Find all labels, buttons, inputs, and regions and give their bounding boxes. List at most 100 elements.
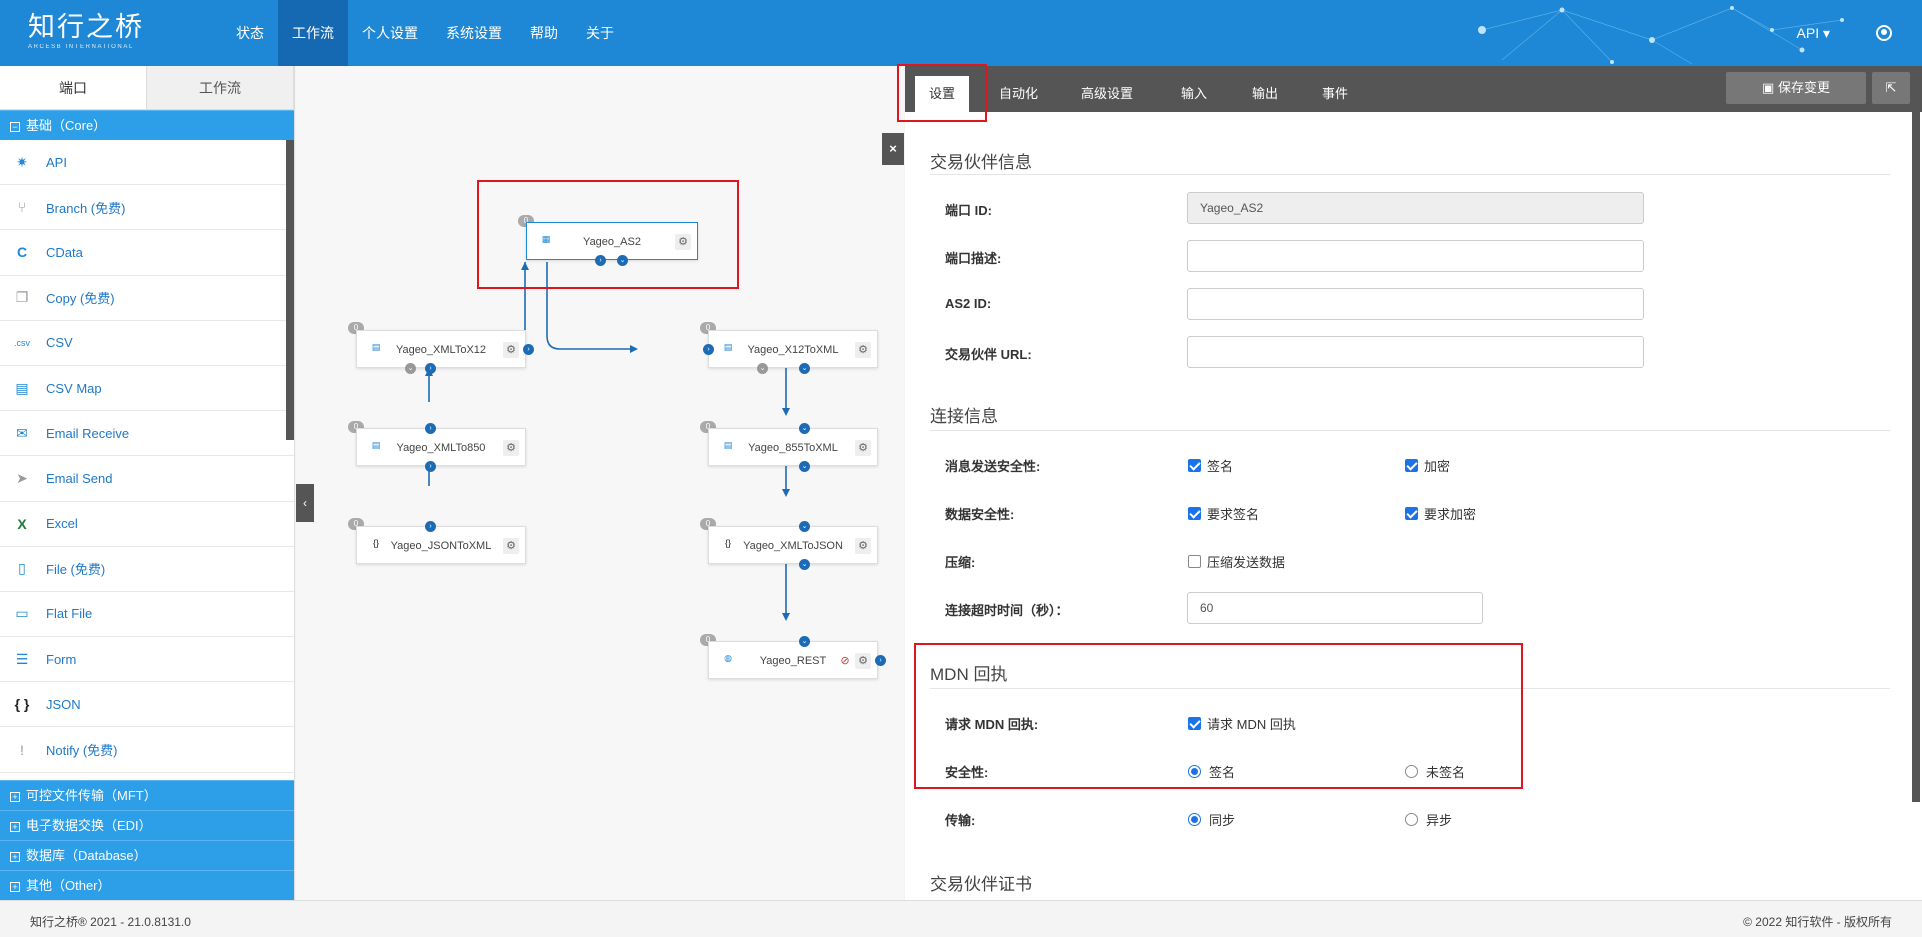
input-port-icon[interactable]: › bbox=[425, 363, 436, 374]
user-icon[interactable] bbox=[1876, 25, 1892, 41]
node-yageo-jsontoxml[interactable]: {} Yageo_JSONToXML ⚙ › bbox=[356, 521, 526, 564]
connector-flat-file[interactable]: ▭ Flat File bbox=[0, 592, 294, 638]
gear-icon[interactable]: ⚙ bbox=[503, 538, 519, 554]
gear-icon[interactable]: ⚙ bbox=[503, 440, 519, 456]
timeout-input[interactable]: 60 bbox=[1187, 592, 1483, 624]
connector-excel[interactable]: X Excel bbox=[0, 502, 294, 547]
output-port-icon[interactable]: › bbox=[425, 423, 436, 434]
nav-system-settings[interactable]: 系统设置 bbox=[432, 0, 516, 66]
collapse-left-panel-icon[interactable]: ‹ bbox=[296, 484, 314, 522]
tab-input[interactable]: 输入 bbox=[1167, 76, 1221, 112]
connector-email-receive[interactable]: ✉ Email Receive bbox=[0, 411, 294, 457]
expand-port-icon[interactable]: ⌄ bbox=[799, 461, 810, 472]
node-yageo-855toxml[interactable]: ▤ Yageo_855ToXML ⚙ ⌄ ⌄ bbox=[708, 423, 878, 472]
input-port-icon[interactable]: ⌄ bbox=[799, 636, 810, 647]
settings-tabs: 设置 自动化 高级设置 输入 输出 事件 ▣ 保存变更 ⇱ bbox=[905, 66, 1922, 112]
group-core[interactable]: − 基础（Core） bbox=[0, 110, 294, 140]
gear-icon[interactable]: ⚙ bbox=[855, 440, 871, 456]
connector-form[interactable]: ☰ Form bbox=[0, 637, 294, 683]
encrypt-checkbox[interactable]: 加密 bbox=[1405, 456, 1450, 475]
gear-icon[interactable]: ⚙ bbox=[855, 653, 871, 669]
copyright-text: © 2022 知行软件 - 版权所有 bbox=[1743, 915, 1892, 929]
node-yageo-xmlto850[interactable]: ▤ Yageo_XMLTo850 ⚙ › › bbox=[356, 423, 526, 472]
expand-port-icon[interactable]: ⌄ bbox=[757, 363, 768, 374]
api-dropdown[interactable]: API ▾ bbox=[1797, 0, 1830, 66]
require-sign-checkbox[interactable]: 要求签名 bbox=[1188, 504, 1259, 523]
compress-checkbox[interactable]: 压缩发送数据 bbox=[1188, 552, 1285, 571]
input-port-icon[interactable]: ⌄ bbox=[799, 521, 810, 532]
port-id-input[interactable]: Yageo_AS2 bbox=[1187, 192, 1644, 224]
connector-csv[interactable]: .csv CSV bbox=[0, 321, 294, 366]
async-label: 异步 bbox=[1426, 813, 1453, 828]
connector-json[interactable]: { } JSON bbox=[0, 682, 294, 728]
tab-advanced[interactable]: 高级设置 bbox=[1067, 76, 1147, 112]
nav-workflow[interactable]: 工作流 bbox=[278, 0, 348, 66]
connector-file[interactable]: ▯ File (免费) bbox=[0, 547, 294, 592]
connector-email-send[interactable]: ➤ Email Send bbox=[0, 456, 294, 502]
partner-url-input[interactable] bbox=[1187, 336, 1644, 368]
node-yageo-rest[interactable]: ◍ Yageo_REST ⚙ ⊘ ⌄ › bbox=[708, 636, 886, 679]
gear-icon[interactable]: ⚙ bbox=[855, 342, 871, 358]
tab-events[interactable]: 事件 bbox=[1308, 76, 1362, 112]
connector-api[interactable]: ✷ API bbox=[0, 140, 294, 186]
email-send-icon: ➤ bbox=[16, 469, 28, 486]
email-receive-icon: ✉ bbox=[16, 424, 28, 441]
input-port-icon[interactable]: ⌄ bbox=[799, 423, 810, 434]
stop-icon[interactable]: ⊘ bbox=[837, 653, 853, 669]
input-port-icon[interactable]: › bbox=[425, 461, 436, 472]
tab-ports[interactable]: 端口 bbox=[0, 66, 147, 109]
port-desc-input[interactable] bbox=[1187, 240, 1644, 272]
node-yageo-xmltojson[interactable]: {} Yageo_XMLToJSON ⚙ ⌄ ⌄ bbox=[708, 521, 878, 570]
workflow-canvas[interactable]: 0 ▦ Yageo_AS2 ⚙ › ⌄ 0 ▤ Yageo_XMLToX12 ⚙… bbox=[296, 66, 904, 900]
output-port-icon[interactable]: › bbox=[875, 655, 886, 666]
tab-output[interactable]: 输出 bbox=[1238, 76, 1292, 112]
section-connection-title: 连接信息 bbox=[930, 407, 998, 426]
connector-label: CSV bbox=[46, 335, 73, 351]
async-radio[interactable]: 异步 bbox=[1405, 810, 1452, 829]
collapse-icon: − bbox=[10, 122, 20, 132]
node-label: Yageo_XMLToJSON bbox=[743, 540, 843, 552]
sync-radio[interactable]: 同步 bbox=[1188, 810, 1235, 829]
nav-about[interactable]: 关于 bbox=[572, 0, 628, 66]
expand-icon: + bbox=[10, 822, 20, 832]
x12-icon: ▤ bbox=[371, 342, 381, 352]
gear-icon[interactable]: ⚙ bbox=[855, 538, 871, 554]
nav-personal-settings[interactable]: 个人设置 bbox=[348, 0, 432, 66]
node-yageo-xmltox12[interactable]: ▤ Yageo_XMLToX12 ⚙ › ⌄ › bbox=[356, 330, 534, 374]
nav-help[interactable]: 帮助 bbox=[516, 0, 572, 66]
connector-label: Notify (免费) bbox=[46, 743, 118, 759]
timeout-label: 连接超时时间（秒）： bbox=[945, 603, 1069, 618]
expand-port-icon[interactable]: ⌄ bbox=[799, 559, 810, 570]
save-changes-button[interactable]: ▣ 保存变更 bbox=[1726, 72, 1866, 104]
connector-notify[interactable]: ! Notify (免费) bbox=[0, 727, 294, 773]
expand-port-icon[interactable]: ⌄ bbox=[405, 363, 416, 374]
connector-copy[interactable]: ❐ Copy (免费) bbox=[0, 276, 294, 321]
app-logo[interactable]: 知行之桥 ARCESB INTERNATIONAL bbox=[28, 14, 144, 51]
close-panel-icon[interactable]: × bbox=[882, 133, 904, 165]
node-yageo-x12toxml[interactable]: ▤ Yageo_X12ToXML ⚙ › ⌄ ⌄ bbox=[703, 330, 878, 374]
expand-port-icon[interactable]: ⌄ bbox=[799, 363, 810, 374]
nav-status[interactable]: 状态 bbox=[222, 0, 278, 66]
group-mft[interactable]: + 可控文件传输（MFT） bbox=[0, 780, 294, 810]
connector-branch[interactable]: ⑂ Branch (免费) bbox=[0, 185, 294, 231]
group-database[interactable]: + 数据库（Database） bbox=[0, 840, 294, 870]
output-port-icon[interactable]: › bbox=[523, 344, 534, 355]
as2-id-input[interactable] bbox=[1187, 288, 1644, 320]
palette-scrollbar[interactable] bbox=[286, 140, 294, 440]
tab-automation[interactable]: 自动化 bbox=[985, 76, 1052, 112]
group-edi[interactable]: + 电子数据交换（EDI） bbox=[0, 810, 294, 840]
expand-icon: + bbox=[10, 792, 20, 802]
open-external-icon[interactable]: ⇱ bbox=[1872, 72, 1910, 104]
gear-icon[interactable]: ⚙ bbox=[503, 342, 519, 358]
settings-scrollbar[interactable] bbox=[1912, 112, 1920, 802]
connector-csv-map[interactable]: ▤ CSV Map bbox=[0, 366, 294, 412]
sign-checkbox[interactable]: 签名 bbox=[1188, 456, 1233, 475]
group-other[interactable]: + 其他（Other） bbox=[0, 870, 294, 900]
require-encrypt-checkbox[interactable]: 要求加密 bbox=[1405, 504, 1476, 523]
output-port-icon[interactable]: › bbox=[425, 521, 436, 532]
branch-icon: ⑂ bbox=[17, 199, 27, 216]
json-icon: {} bbox=[372, 538, 379, 548]
connector-cdata[interactable]: C CData bbox=[0, 230, 294, 276]
tab-workflows[interactable]: 工作流 bbox=[147, 66, 294, 109]
input-port-icon[interactable]: › bbox=[703, 344, 714, 355]
